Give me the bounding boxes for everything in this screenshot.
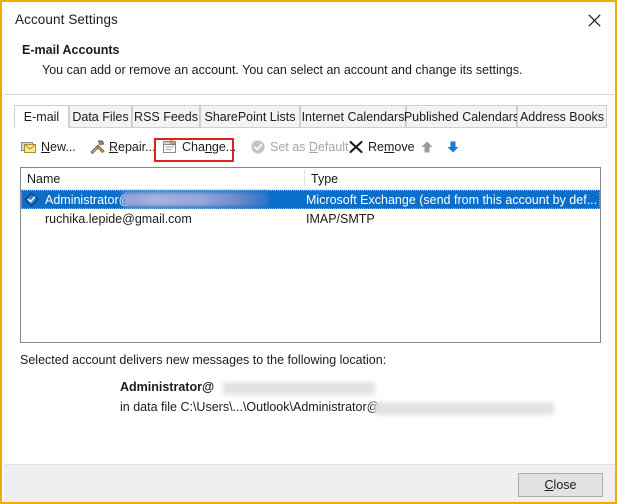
new-account-label: New...: [41, 140, 76, 154]
repair-tools-icon: [89, 139, 105, 155]
tab-sharepoint-lists[interactable]: SharePoint Lists: [200, 105, 300, 128]
content-panel: E-mail Data Files RSS Feeds SharePoint L…: [4, 97, 615, 464]
change-label-pre: Cha: [182, 140, 205, 154]
tab-label: RSS Feeds: [134, 109, 198, 124]
change-accel: n: [204, 140, 212, 154]
page-description: You can add or remove an account. You ca…: [42, 63, 523, 77]
window-title: Account Settings: [15, 12, 118, 27]
tab-label: Address Books: [519, 109, 605, 124]
account-type: IMAP/SMTP: [306, 211, 375, 226]
new-mail-icon: [21, 139, 37, 155]
remove-label-post: ove: [394, 140, 415, 154]
remove-x-icon: [348, 139, 364, 155]
repair-account-button[interactable]: Repair...: [86, 135, 159, 159]
setdefault-label-post: efault: [317, 140, 349, 154]
tab-email[interactable]: E-mail: [14, 105, 69, 128]
tab-label: E-mail: [23, 109, 60, 124]
account-name: ruchika.lepide@gmail.com: [45, 211, 192, 226]
accounts-listview[interactable]: Name Type Administrator@ Microsoft Excha…: [20, 167, 601, 343]
setdefault-accel: D: [308, 140, 318, 154]
tab-label: SharePoint Lists: [204, 109, 296, 124]
close-window-button[interactable]: [572, 4, 615, 37]
account-settings-dialog: Account Settings E-mail Accounts You can…: [0, 0, 617, 504]
delivery-location-label: Selected account delivers new messages t…: [20, 353, 387, 367]
dialog-footer: Close: [4, 464, 615, 502]
tab-label: Internet Calendars: [301, 109, 405, 124]
change-account-label: Change...: [182, 140, 236, 154]
tab-strip: E-mail Data Files RSS Feeds SharePoint L…: [14, 105, 607, 128]
default-account-icon: [24, 192, 39, 207]
tab-rss-feeds[interactable]: RSS Feeds: [132, 105, 200, 128]
redacted-domain-block: [123, 192, 268, 207]
page-title: E-mail Accounts: [22, 43, 120, 57]
account-name: Administrator@: [45, 192, 132, 207]
redacted-path-domain-block: [374, 402, 554, 415]
arrow-up-icon: [419, 139, 435, 155]
new-account-button[interactable]: New...: [18, 135, 79, 159]
set-default-check-icon: [250, 139, 266, 155]
close-accel: C: [544, 478, 554, 492]
change-label-post: ge...: [211, 140, 237, 154]
change-settings-icon: [162, 139, 178, 155]
delivery-data-file-path: in data file C:\Users\...\Outlook\Admini…: [120, 400, 380, 414]
tab-label: Data Files: [72, 109, 129, 124]
remove-accel: m: [383, 140, 395, 154]
header-area: E-mail Accounts You can add or remove an…: [4, 37, 615, 94]
listview-header: Name Type: [21, 168, 600, 190]
setdefault-label-pre: Set as: [270, 140, 309, 154]
repair-accel: R: [109, 140, 119, 154]
delivery-account-name: Administrator@: [120, 380, 215, 394]
tab-internet-calendars[interactable]: Internet Calendars: [300, 105, 406, 128]
new-accel: N: [41, 140, 51, 154]
tab-address-books[interactable]: Address Books: [517, 105, 607, 128]
close-x-icon: [588, 14, 601, 27]
tab-published-calendars[interactable]: Published Calendars: [403, 105, 520, 128]
column-header-type[interactable]: Type: [305, 168, 600, 189]
account-toolbar: New... Repair... Change... Set as Defaul…: [14, 133, 607, 161]
tab-label: Published Calendars: [403, 109, 520, 124]
close-button-label: Close: [545, 478, 577, 492]
tab-data-files[interactable]: Data Files: [69, 105, 132, 128]
table-row[interactable]: ruchika.lepide@gmail.com IMAP/SMTP: [21, 209, 600, 228]
column-header-name[interactable]: Name: [21, 168, 304, 189]
table-row[interactable]: Administrator@ Microsoft Exchange (send …: [21, 190, 600, 209]
tab-strip-underline: [14, 127, 607, 128]
repair-label-rest: epair...: [118, 140, 156, 154]
account-type: Microsoft Exchange (send from this accou…: [306, 192, 598, 207]
redacted-delivery-domain-block: [223, 382, 375, 395]
remove-account-button[interactable]: Remove: [345, 135, 418, 159]
move-down-button[interactable]: [442, 135, 464, 159]
title-bar: Account Settings: [4, 4, 615, 37]
set-as-default-button[interactable]: Set as Default: [247, 135, 352, 159]
arrow-down-icon: [445, 139, 461, 155]
close-label-rest: lose: [553, 478, 577, 492]
repair-account-label: Repair...: [109, 140, 156, 154]
change-account-button[interactable]: Change...: [159, 135, 239, 159]
close-button[interactable]: Close: [518, 473, 603, 497]
move-up-button[interactable]: [416, 135, 438, 159]
new-label-rest: ew...: [50, 140, 76, 154]
remove-account-label: Remove: [368, 140, 415, 154]
remove-label-pre: Re: [368, 140, 384, 154]
set-as-default-label: Set as Default: [270, 140, 349, 154]
